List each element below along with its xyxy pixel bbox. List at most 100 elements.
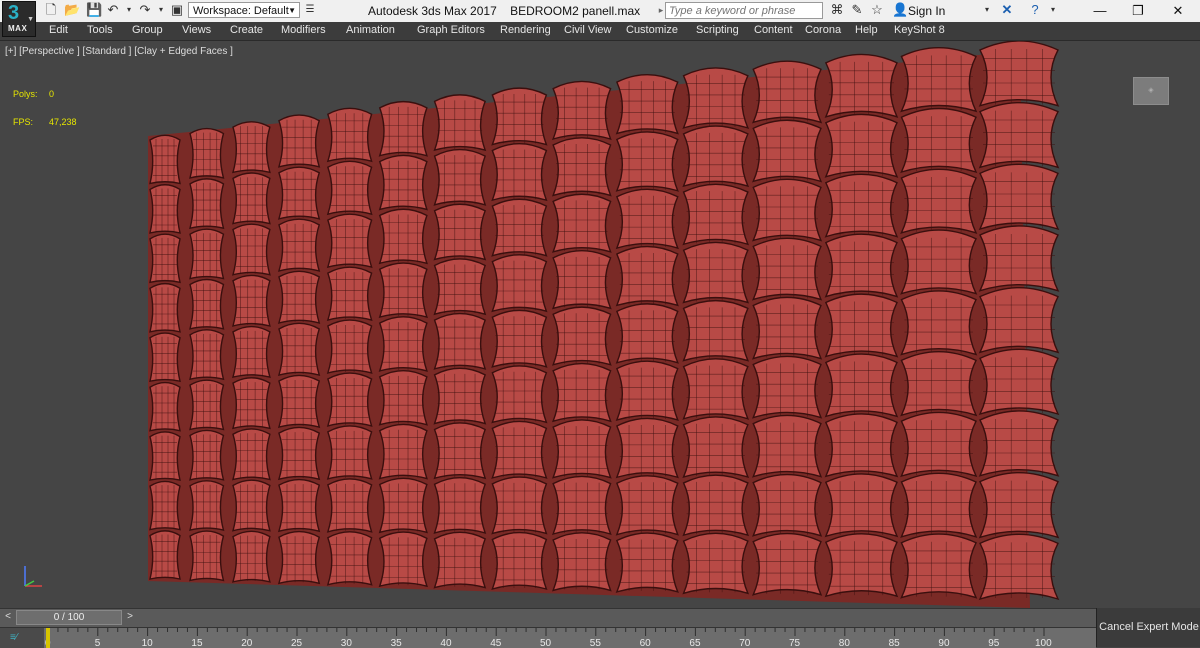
mesh-tile	[326, 478, 373, 533]
menu-graph-editors[interactable]: Graph Editors	[417, 24, 485, 36]
track-ruler[interactable]: 0510152025303540455055606570758085909510…	[44, 628, 1096, 648]
menu-create[interactable]: Create	[230, 24, 263, 36]
menu-group[interactable]: Group	[132, 24, 163, 36]
mesh-tile	[189, 530, 225, 582]
project-folder-icon[interactable]: ▣	[170, 3, 184, 17]
track-bar[interactable]: ≡∕ 0510152025303540455055606570758085909…	[0, 627, 1096, 648]
mesh-tile	[551, 306, 612, 366]
chevron-down-icon[interactable]: ▾	[154, 3, 168, 17]
mesh-tile	[277, 322, 321, 377]
mesh-tile	[824, 53, 899, 118]
mesh-tile	[491, 87, 548, 146]
mesh-tile	[551, 80, 612, 141]
menu-scripting[interactable]: Scripting	[696, 24, 739, 36]
menu-edit[interactable]: Edit	[49, 24, 68, 36]
next-frame-icon[interactable]: >	[124, 611, 136, 625]
prev-frame-icon[interactable]: <	[2, 611, 14, 625]
help-icon[interactable]: ?	[1028, 3, 1042, 17]
menu-keyshot[interactable]: KeyShot 8	[894, 24, 945, 36]
user-icon[interactable]: 👤	[892, 3, 908, 17]
mesh-tile	[615, 475, 679, 536]
viewport-label[interactable]: [+] [Perspective ] [Standard ] [Clay + E…	[5, 46, 233, 57]
time-slider-thumb[interactable]: 0 / 100	[16, 610, 122, 625]
mesh-tile	[149, 134, 181, 185]
app-logo-button[interactable]: 3 MAX ▼	[2, 1, 36, 37]
mesh-tile	[900, 290, 978, 356]
chevron-down-icon: ▼	[288, 6, 296, 15]
new-file-icon[interactable]: 🗋	[44, 3, 58, 17]
time-slider[interactable]: < 0 / 100 >	[0, 608, 1096, 627]
menu-tools[interactable]: Tools	[87, 24, 113, 36]
mesh-panel[interactable]	[0, 41, 1200, 608]
mesh-tile	[326, 213, 373, 269]
mesh-tile	[978, 286, 1060, 354]
viewcube[interactable]: ◈	[1133, 77, 1169, 105]
mesh-tile	[277, 218, 321, 272]
binoculars-icon[interactable]: ⌘	[830, 3, 844, 17]
menu-rendering[interactable]: Rendering	[500, 24, 551, 36]
file-name: BEDROOM2 panell.max	[510, 4, 641, 18]
current-frame-marker	[46, 628, 50, 648]
mesh-tile	[978, 348, 1060, 416]
star-icon[interactable]: ☆	[870, 3, 884, 17]
mesh-tile	[149, 233, 181, 284]
autodesk-exchange-icon[interactable]: ✕	[1000, 3, 1014, 17]
mesh-tile	[189, 178, 225, 230]
mesh-tile	[682, 416, 750, 479]
menu-civil-view[interactable]: Civil View	[564, 24, 611, 36]
save-icon[interactable]: 💾	[86, 3, 102, 17]
mesh-tile	[231, 325, 271, 379]
menu-help[interactable]: Help	[855, 24, 878, 36]
mesh-tile	[378, 100, 428, 157]
redo-icon[interactable]: ↷	[138, 3, 152, 17]
mesh-tile	[491, 142, 548, 202]
close-button[interactable]: ✕	[1163, 2, 1193, 20]
mesh-tile	[824, 113, 899, 178]
mesh-tile	[277, 478, 321, 533]
mesh-tile	[824, 173, 899, 238]
mesh-tile	[326, 160, 373, 216]
mesh-tile	[277, 114, 321, 168]
menu-content[interactable]: Content	[754, 24, 793, 36]
mesh-tile	[900, 229, 978, 295]
mesh-tile	[615, 131, 679, 192]
menu-modifiers[interactable]: Modifiers	[281, 24, 326, 36]
mesh-tile	[231, 121, 271, 174]
mesh-tile	[231, 530, 271, 583]
mesh-tile	[491, 198, 548, 257]
menu-customize[interactable]: Customize	[626, 24, 678, 36]
mesh-tile	[615, 245, 679, 307]
menu-animation[interactable]: Animation	[346, 24, 395, 36]
open-file-icon[interactable]: 📂	[64, 3, 80, 17]
chevron-down-icon[interactable]: ▾	[122, 3, 136, 17]
menu-corona[interactable]: Corona	[805, 24, 841, 36]
mesh-tile	[900, 168, 978, 234]
mesh-tile	[433, 312, 487, 370]
search-input[interactable]	[665, 2, 823, 19]
mesh-tile	[326, 531, 373, 586]
sign-in-link[interactable]: Sign In	[908, 4, 945, 18]
mesh-tile	[824, 533, 899, 598]
maximize-button[interactable]: ❐	[1123, 2, 1153, 20]
mesh-tile	[277, 166, 321, 220]
subscription-icon[interactable]: ✎	[850, 3, 864, 17]
minimize-button[interactable]: —	[1085, 2, 1115, 20]
curve-editor-icon[interactable]: ≡∕	[10, 632, 18, 643]
mesh-tile	[433, 422, 487, 480]
chevron-down-icon[interactable]: ▾	[980, 3, 994, 17]
mesh-tile	[277, 530, 321, 585]
mesh-tile	[824, 353, 899, 418]
mesh-tile	[277, 270, 321, 324]
menu-icon[interactable]: ☰	[303, 3, 317, 17]
chevron-down-icon[interactable]: ▾	[1046, 3, 1060, 17]
mesh-tile	[751, 414, 823, 478]
cancel-expert-mode-button[interactable]: Cancel Expert Mode	[1096, 608, 1200, 647]
menu-views[interactable]: Views	[182, 24, 211, 36]
undo-icon[interactable]: ↶	[106, 3, 120, 17]
perspective-viewport[interactable]: [+] [Perspective ] [Standard ] [Clay + E…	[0, 41, 1200, 608]
workspace-dropdown[interactable]: Workspace: Default ▼	[188, 2, 300, 18]
mesh-tile	[551, 193, 612, 253]
mesh-tile	[491, 531, 548, 591]
mesh-tile	[900, 47, 978, 113]
mesh-tile	[900, 472, 978, 538]
